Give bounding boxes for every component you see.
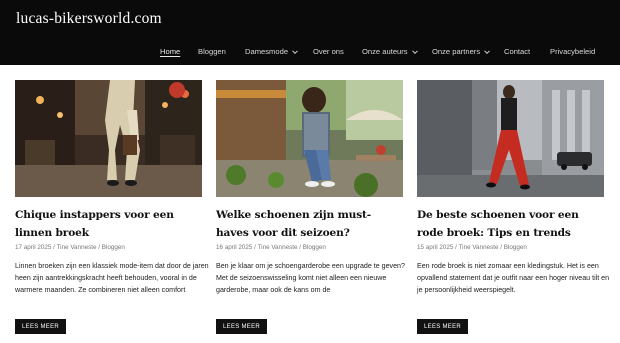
chevron-down-icon xyxy=(411,48,419,56)
nav-label: Over ons xyxy=(313,47,344,56)
post-author[interactable]: Tine Vanneste xyxy=(459,244,499,251)
post-meta: 15 april 2025 / Tine Vanneste / Bloggen xyxy=(417,244,527,251)
nav-label: Home xyxy=(160,47,181,56)
post-category[interactable]: Bloggen xyxy=(102,244,125,251)
nav-item-privacybeleid[interactable]: Privacybeleid xyxy=(550,47,595,56)
post-meta: 16 april 2025 / Tine Vanneste / Bloggen xyxy=(216,244,326,251)
post-date[interactable]: 15 april 2025 xyxy=(417,244,453,251)
nav-label: Contact xyxy=(504,47,531,56)
post-thumbnail[interactable] xyxy=(15,80,202,197)
site-header: lucas-bikersworld.com Home Bloggen Dames… xyxy=(0,0,620,65)
post-meta: 17 april 2025 / Tine Vanneste / Bloggen xyxy=(15,244,125,251)
nav-item-bloggen[interactable]: Bloggen xyxy=(198,47,226,56)
nav-item-onze-auteurs[interactable]: Onze auteurs xyxy=(362,47,419,56)
post-author[interactable]: Tine Vanneste xyxy=(258,244,298,251)
post-date[interactable]: 17 april 2025 xyxy=(15,244,51,251)
nav-item-onze-partners[interactable]: Onze partners xyxy=(432,47,491,56)
post-category[interactable]: Bloggen xyxy=(303,244,326,251)
post-category[interactable]: Bloggen xyxy=(504,244,527,251)
post-title[interactable]: Welke schoenen zijn must-haves voor dit … xyxy=(216,206,403,242)
post-excerpt: Ben je klaar om je schoengarderobe een u… xyxy=(216,262,405,295)
nav-label: Onze auteurs xyxy=(362,47,408,56)
nav-label: Onze partners xyxy=(432,47,481,56)
post-title[interactable]: Chique instappers voor een linnen broek xyxy=(15,206,202,242)
main-navigation: Home Bloggen Damesmode Over ons Onze aut… xyxy=(0,47,620,59)
nav-item-damesmode[interactable]: Damesmode xyxy=(245,47,299,56)
nav-label: Privacybeleid xyxy=(550,47,596,56)
post-date[interactable]: 16 april 2025 xyxy=(216,244,252,251)
site-title[interactable]: lucas-bikersworld.com xyxy=(16,10,162,28)
read-more-button[interactable]: LEES MEER xyxy=(15,319,67,334)
nav-item-home[interactable]: Home xyxy=(160,47,180,56)
post-author[interactable]: Tine Vanneste xyxy=(57,244,97,251)
read-more-button[interactable]: LEES MEER xyxy=(417,319,469,334)
post-thumbnail[interactable] xyxy=(216,80,403,197)
chevron-down-icon xyxy=(483,48,491,56)
nav-item-over-ons[interactable]: Over ons xyxy=(313,47,344,56)
post-thumbnail[interactable] xyxy=(417,80,604,197)
read-more-button[interactable]: LEES MEER xyxy=(216,319,268,334)
nav-label: Damesmode xyxy=(245,47,289,56)
chevron-down-icon xyxy=(291,48,299,56)
post-excerpt: Een rode broek is niet zomaar een kledin… xyxy=(417,262,610,295)
post-excerpt: Linnen broeken zijn een klassiek mode-it… xyxy=(15,262,209,295)
post-title[interactable]: De beste schoenen voor een rode broek: T… xyxy=(417,206,604,242)
nav-label: Bloggen xyxy=(198,47,226,56)
nav-item-contact[interactable]: Contact xyxy=(504,47,530,56)
